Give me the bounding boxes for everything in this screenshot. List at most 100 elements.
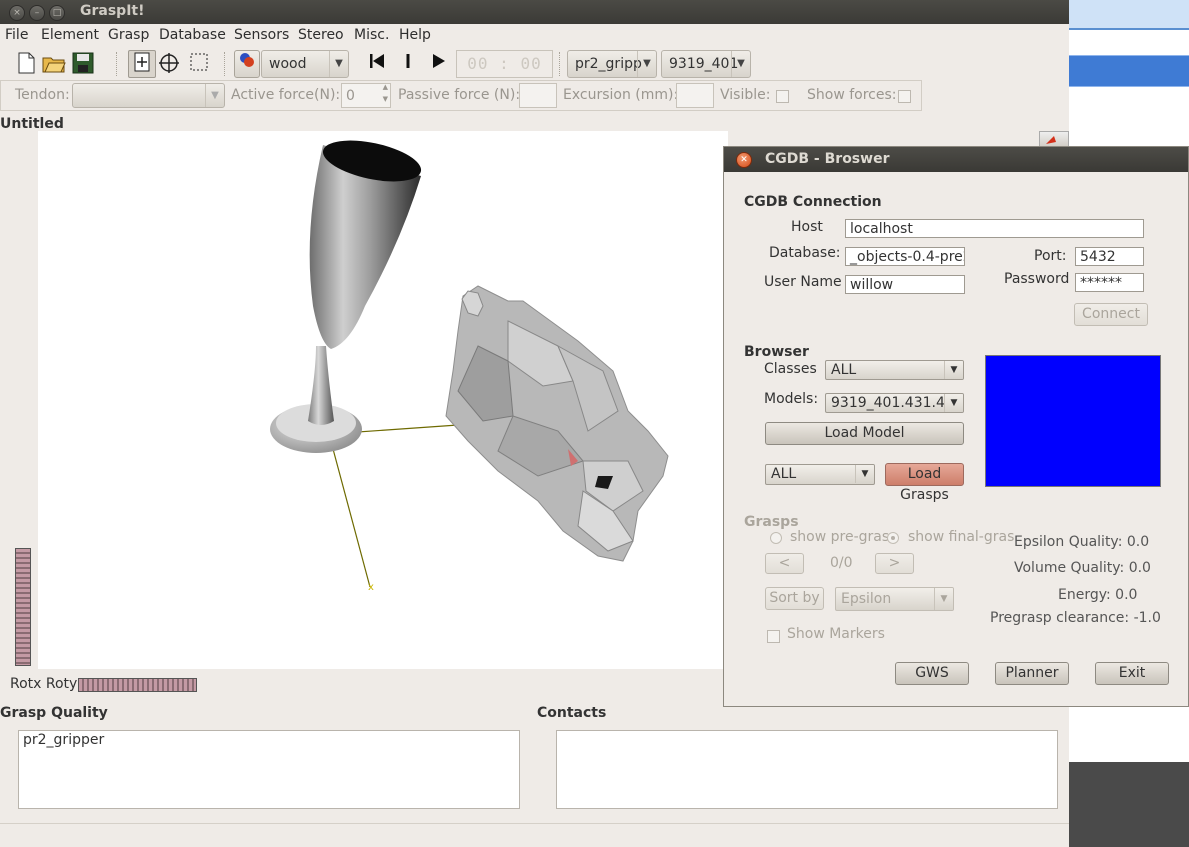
tendon-select[interactable]: ▼ (72, 83, 225, 108)
robot-select[interactable]: pr2_gripp ▼ (567, 50, 657, 78)
status-bar-divider (0, 823, 1069, 824)
show-final-grasp-label: show final-gras (908, 529, 1015, 545)
object-select[interactable]: 9319_401 ▼ (661, 50, 751, 78)
3d-viewer[interactable]: x (38, 131, 728, 669)
host-input[interactable]: localhost (845, 219, 1144, 238)
energy-value: Energy: 0.0 (1058, 587, 1138, 603)
timer-display: 00 : 00 : 000 (456, 50, 553, 99)
browser-section-title: Browser (744, 344, 809, 360)
database-label: Database: (769, 245, 841, 261)
grasp-counter: 0/0 (830, 555, 853, 571)
chevron-down-icon: ▼ (944, 361, 963, 379)
list-item[interactable]: pr2_gripper (23, 732, 104, 748)
grasp-filter-select[interactable]: ALL ▼ (765, 464, 875, 485)
material-select[interactable]: wood ▼ (261, 50, 349, 78)
close-icon[interactable]: ✕ (736, 152, 752, 168)
classes-label: Classes (764, 361, 817, 377)
material-select-value: wood (269, 56, 307, 72)
cgdb-browser-dialog: ✕ CGDB - Broswer CGDB Connection Host lo… (723, 146, 1189, 707)
port-input[interactable]: 5432 (1075, 247, 1144, 266)
show-pre-grasp-radio[interactable] (770, 532, 782, 544)
tendon-label: Tendon: (15, 87, 70, 103)
show-final-grasp-radio[interactable] (887, 532, 899, 544)
show-markers-checkbox[interactable] (767, 630, 780, 643)
sort-by-button[interactable]: Sort by (765, 587, 824, 610)
classes-select[interactable]: ALL ▼ (825, 360, 964, 380)
port-label: Port: (1034, 248, 1067, 264)
dialog-title-bar: ✕ CGDB - Broswer (724, 147, 1188, 172)
translate-tool-icon[interactable] (128, 50, 156, 78)
menu-help[interactable]: Help (399, 27, 431, 43)
menu-stereo[interactable]: Stereo (298, 27, 344, 43)
user-name-input[interactable]: willow (845, 275, 965, 294)
exit-button[interactable]: Exit (1095, 662, 1169, 685)
tendon-toolbar: Tendon: ▼ Active force(N): 0 ▲ ▼ Passive … (0, 80, 922, 111)
horizontal-thumbwheel[interactable] (78, 678, 197, 692)
close-window-icon[interactable]: × (9, 5, 25, 21)
show-pre-grasp-label: show pre-gras (790, 529, 890, 545)
rotate-tool-icon[interactable] (157, 52, 181, 76)
menu-bar: File Element Grasp Database Sensors Ster… (0, 24, 1069, 48)
password-input[interactable]: ****** (1075, 273, 1144, 292)
chevron-down-icon: ▼ (205, 84, 224, 107)
excursion-field[interactable] (676, 83, 714, 108)
active-force-spinbox[interactable]: 0 ▲ ▼ (341, 83, 391, 108)
menu-sensors[interactable]: Sensors (234, 27, 289, 43)
show-markers-label: Show Markers (787, 626, 885, 642)
window-title: GraspIt! (80, 3, 145, 19)
select-tool-icon[interactable] (187, 52, 211, 76)
active-force-value: 0 (346, 88, 355, 104)
wine-glass-model[interactable] (270, 133, 425, 453)
planner-button[interactable]: Planner (995, 662, 1069, 685)
chevron-down-icon: ▼ (934, 588, 953, 610)
load-model-button[interactable]: Load Model (765, 422, 964, 445)
menu-misc[interactable]: Misc. (354, 27, 389, 43)
contacts-title: Contacts (537, 705, 607, 721)
open-file-icon[interactable] (42, 52, 66, 76)
new-file-icon[interactable] (14, 52, 38, 76)
spin-arrows-icon: ▲ ▼ (382, 83, 388, 103)
previous-grasp-button[interactable]: < (765, 553, 804, 574)
connect-button[interactable]: Connect (1074, 303, 1148, 326)
menu-file[interactable]: File (5, 27, 28, 43)
sort-field-select[interactable]: Epsilon ▼ (835, 587, 954, 611)
play-icon[interactable] (426, 52, 450, 76)
skip-to-start-icon[interactable] (365, 52, 389, 76)
object-select-value: 9319_401 (669, 56, 739, 72)
menu-database[interactable]: Database (159, 27, 226, 43)
classes-select-value: ALL (831, 362, 857, 378)
save-file-icon[interactable] (71, 52, 95, 76)
maximize-window-icon[interactable]: □ (49, 5, 65, 21)
menu-element[interactable]: Element (41, 27, 99, 43)
3d-scene: x (270, 133, 669, 593)
menu-grasp[interactable]: Grasp (108, 27, 149, 43)
dialog-title: CGDB - Broswer (765, 151, 890, 167)
passive-force-field[interactable] (519, 83, 557, 108)
models-select[interactable]: 9319_401.431.44 ▼ (825, 393, 964, 413)
chevron-down-icon: ▼ (944, 394, 963, 412)
rotation-label: Rotx Roty (10, 676, 78, 692)
grasps-section-title: Grasps (744, 514, 799, 530)
passive-force-label: Passive force (N): (398, 87, 521, 103)
document-title: Untitled (0, 116, 64, 132)
load-grasps-button[interactable]: Load Grasps (885, 463, 964, 503)
toolbar-separator (224, 52, 227, 76)
minimize-window-icon[interactable]: – (29, 5, 45, 21)
volume-quality-value: Volume Quality: 0.0 (1014, 560, 1151, 576)
visible-label: Visible: (720, 87, 771, 103)
gws-button[interactable]: GWS (895, 662, 969, 685)
database-input[interactable]: _objects-0.4-pre2 (845, 247, 965, 266)
pause-icon[interactable] (396, 52, 420, 76)
contacts-list[interactable] (556, 730, 1058, 809)
next-grasp-button[interactable]: > (875, 553, 914, 574)
pr2-gripper-model[interactable] (445, 285, 669, 562)
material-color-icon[interactable] (234, 50, 260, 78)
visible-checkbox[interactable] (776, 90, 789, 103)
active-force-label: Active force(N): (231, 87, 341, 103)
toolbar-separator (559, 52, 562, 76)
show-forces-checkbox[interactable] (898, 90, 911, 103)
host-label: Host (791, 219, 823, 235)
sort-field-value: Epsilon (841, 591, 892, 607)
grasp-quality-list[interactable]: pr2_gripper (18, 730, 520, 809)
vertical-thumbwheel[interactable] (15, 548, 31, 666)
